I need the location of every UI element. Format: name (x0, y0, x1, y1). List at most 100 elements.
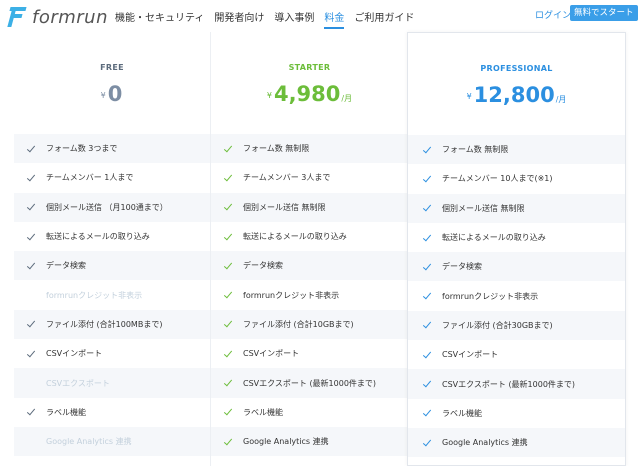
check-icon (223, 290, 233, 300)
feature-row: チームメンバー 1人まで (14, 163, 210, 192)
plan-professional-column: PROFESSIONAL ¥12,800/月 フォーム数 無制限チームメンバー … (407, 32, 626, 466)
check-icon (422, 408, 432, 418)
feature-row: CSVインポート (408, 340, 625, 369)
feature-row: 転送によるメールの取り込み (14, 222, 210, 251)
feature-list: フォーム数 3つまでチームメンバー 1人まで個別メール送信 （月100通まで） 転… (14, 134, 210, 457)
feature-row: データ検索 (211, 251, 408, 281)
plan-free-column: FREE ¥0 フォーム数 3つまで チームメンバー 1人まで 個別メール送信 （月… (14, 32, 210, 466)
feature-row: formrunクレジット非表示 (408, 281, 625, 310)
check-icon (223, 407, 233, 417)
currency-symbol: ¥ (266, 91, 272, 100)
check-icon (223, 232, 233, 242)
feature-label: CSVエクスポート (最新1000件まで) (243, 378, 377, 388)
nav-case-studies[interactable]: 導入事例 (274, 9, 314, 29)
check-icon (223, 261, 233, 271)
check-icon (26, 144, 36, 154)
nav-features[interactable]: 機能・セキュリティ (115, 9, 204, 29)
currency-symbol: ¥ (100, 91, 106, 100)
feature-row: データ検索 (408, 252, 625, 282)
feature-label: 個別メール送信 無制限 (442, 203, 525, 213)
nav-developers[interactable]: 開発者向け (214, 9, 264, 29)
price-amount: 0 (107, 82, 123, 106)
price-period: /月 (341, 94, 353, 103)
check-icon (422, 379, 432, 389)
feature-label: Google Analytics 連携 (243, 437, 329, 447)
login-link[interactable]: ログイン (535, 8, 571, 21)
feature-label: formrunクレジット非表示 (46, 290, 143, 300)
nav-guide[interactable]: ご利用ガイド (354, 9, 414, 29)
check-icon (223, 349, 233, 359)
plan-name: STARTER (288, 63, 331, 72)
check-icon (223, 437, 233, 447)
check-icon (223, 378, 233, 388)
feature-row: 個別メール送信 無制限 (211, 192, 408, 222)
feature-list: フォーム数 無制限チームメンバー 3人まで 個別メール送信 無制限転送によるメール… (211, 134, 408, 457)
feature-label: データ検索 (46, 261, 86, 271)
feature-row: フォーム数 3つまで (14, 134, 210, 164)
feature-label: 転送によるメールの取り込み (243, 232, 347, 242)
feature-row: チームメンバー 10人まで(※1) (408, 164, 625, 193)
logo-text: formrun (32, 6, 109, 28)
check-icon (223, 144, 233, 154)
feature-row: フォーム数 無制限 (408, 135, 625, 165)
feature-row: Google Analytics 連携 (14, 426, 210, 457)
feature-row: CSVエクスポート (14, 368, 210, 398)
feature-row: 個別メール送信 無制限 (408, 193, 625, 223)
price-amount: 4,980 (273, 82, 341, 106)
feature-label: ラベル機能 (442, 408, 482, 418)
feature-row: ラベル機能 (408, 399, 625, 428)
feature-label: 転送によるメールの取り込み (442, 233, 546, 243)
check-icon (26, 407, 36, 417)
feature-label: ファイル添付 (合計100MBまで) (46, 319, 163, 329)
check-icon (26, 349, 36, 359)
feature-label: formrunクレジット非表示 (442, 291, 539, 301)
feature-label: フォーム数 3つまで (46, 144, 118, 154)
check-icon (422, 203, 432, 213)
price-period: /月 (555, 95, 567, 104)
check-icon (26, 173, 36, 183)
feature-row: ファイル添付 (合計10GBまで) (211, 309, 408, 340)
feature-label: フォーム数 無制限 (442, 145, 509, 155)
feature-row: 転送によるメールの取り込み (408, 223, 625, 252)
currency-symbol: ¥ (466, 92, 472, 101)
check-icon (223, 202, 233, 212)
feature-label: チームメンバー 1人まで (46, 173, 134, 183)
plan-starter-column: STARTER ¥4,980/月 フォーム数 無制限チームメンバー 3人まで 個別… (210, 32, 408, 466)
feature-row: ファイル添付 (合計100MBまで) (14, 309, 210, 340)
feature-label: 個別メール送信 無制限 (243, 202, 326, 212)
feature-label: データ検索 (243, 261, 283, 271)
feature-label: データ検索 (442, 262, 482, 272)
feature-row: CSVインポート (211, 339, 408, 368)
free-start-button[interactable]: 無料でスタート (570, 5, 638, 21)
feature-label: ラベル機能 (46, 407, 86, 417)
feature-label: チームメンバー 10人まで(※1) (442, 174, 553, 184)
check-icon (26, 202, 36, 212)
nav-pricing[interactable]: 料金 (324, 9, 345, 29)
feature-row: 転送によるメールの取り込み (211, 222, 408, 251)
feature-label: チームメンバー 3人まで (243, 173, 331, 183)
feature-label: ファイル添付 (合計10GBまで) (243, 319, 354, 329)
formrun-logo-icon (7, 7, 28, 27)
check-icon (422, 438, 432, 448)
feature-label: Google Analytics 連携 (46, 437, 132, 447)
feature-label: Google Analytics 連携 (442, 438, 528, 448)
price-amount: 12,800 (473, 83, 555, 107)
check-icon (422, 262, 432, 272)
check-icon (422, 350, 432, 360)
feature-label: フォーム数 無制限 (243, 144, 310, 154)
feature-list: フォーム数 無制限チームメンバー 10人まで(※1) 個別メール送信 無制限転送に… (408, 135, 625, 458)
feature-row: formrunクレジット非表示 (211, 280, 408, 309)
feature-label: formrunクレジット非表示 (243, 290, 340, 300)
plan-name: PROFESSIONAL (480, 64, 553, 73)
feature-label: CSVエクスポート (46, 378, 110, 388)
feature-label: 個別メール送信 （月100通まで） (46, 202, 168, 212)
check-icon (26, 232, 36, 242)
feature-label: CSVエクスポート (最新1000件まで) (442, 379, 576, 389)
feature-row: ファイル添付 (合計30GBまで) (408, 310, 625, 341)
feature-row: CSVエクスポート (最新1000件まで) (211, 368, 408, 398)
feature-row: Google Analytics 連携 (211, 426, 408, 457)
feature-row: formrunクレジット非表示 (14, 280, 210, 309)
formrun-logo[interactable]: formrun (7, 6, 109, 28)
feature-row: チームメンバー 3人まで (211, 163, 408, 192)
check-icon (26, 261, 36, 271)
